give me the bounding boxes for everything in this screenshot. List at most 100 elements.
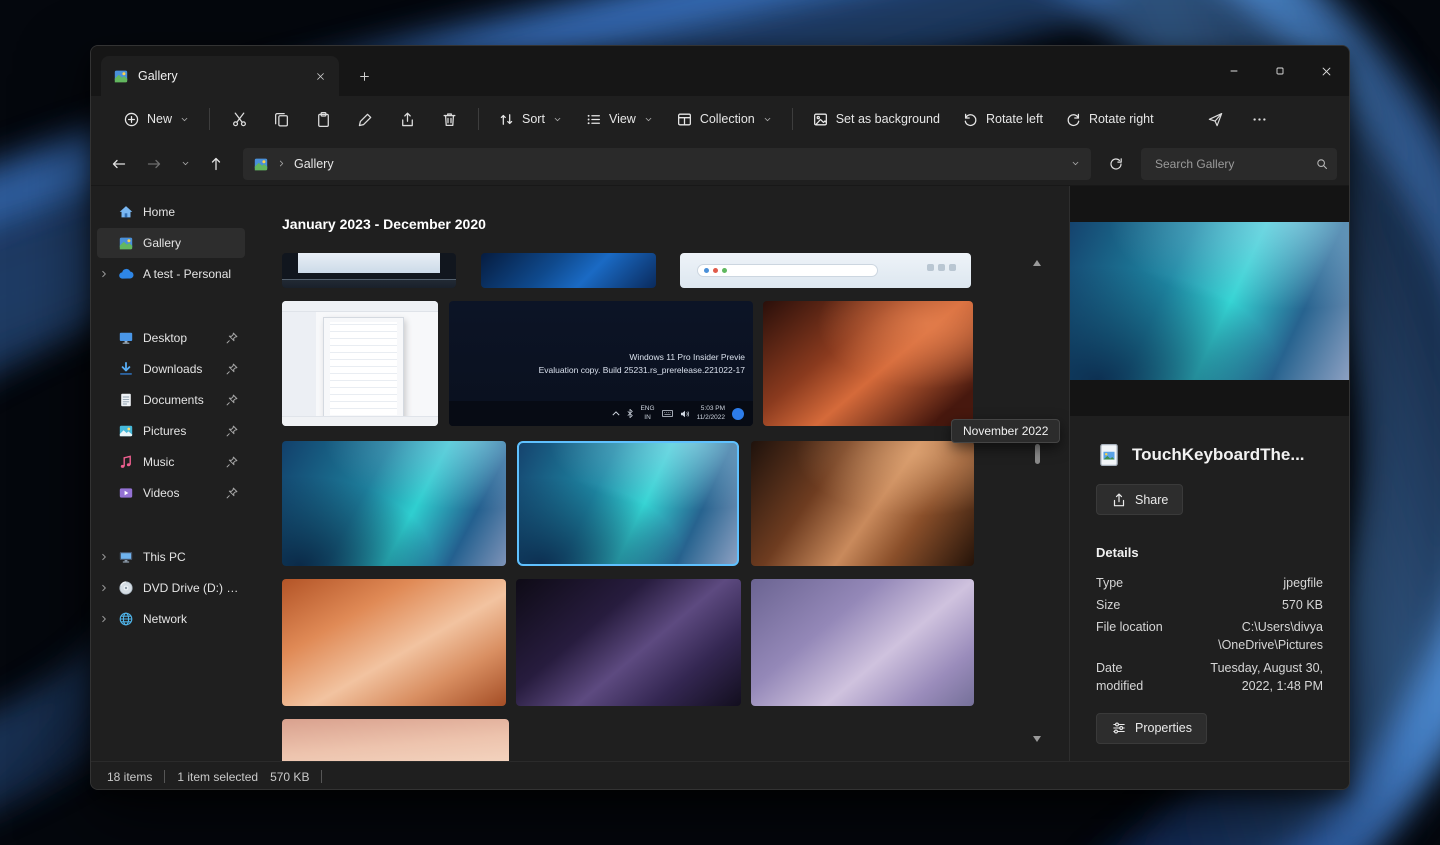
sort-button[interactable]: Sort <box>488 102 573 136</box>
blue-dot-icon <box>704 268 709 273</box>
sidebar-item-this-pc[interactable]: This PC <box>97 542 245 572</box>
search-box[interactable] <box>1141 148 1337 180</box>
properties-button[interactable]: Properties <box>1096 713 1207 744</box>
paste-button[interactable] <box>303 102 343 136</box>
keyboard-icon <box>662 410 673 417</box>
sidebar-item-music[interactable]: Music <box>97 447 245 477</box>
copy-icon <box>273 111 290 128</box>
tab-gallery[interactable]: Gallery <box>101 56 339 96</box>
documents-icon <box>118 392 134 408</box>
scroll-date-tooltip: November 2022 <box>951 419 1060 443</box>
network-globe-icon <box>118 611 134 627</box>
rename-button[interactable] <box>345 102 385 136</box>
tray-badge-icon <box>732 408 744 420</box>
pin-icon <box>225 393 239 407</box>
thumbnail-lavender-wave[interactable] <box>751 579 974 706</box>
thumbnail-file-explorer-screenshot[interactable] <box>282 301 438 426</box>
chevron-right-icon[interactable] <box>98 551 110 563</box>
search-input[interactable] <box>1153 156 1315 172</box>
sidebar-item-desktop[interactable]: Desktop <box>97 323 245 353</box>
new-tab-button[interactable] <box>349 61 379 91</box>
scrollbar-up-arrow[interactable] <box>1033 260 1041 266</box>
share-button[interactable]: Share <box>1096 484 1183 515</box>
back-button[interactable] <box>103 148 135 180</box>
paste-icon <box>315 111 332 128</box>
address-bar: Gallery <box>91 142 1349 186</box>
thumbnail-search-ui-screenshot[interactable] <box>680 253 971 288</box>
selected-file-name: TouchKeyboardThe... <box>1132 445 1305 465</box>
mini-explorer-sidebar <box>282 312 316 416</box>
music-icon <box>118 454 134 470</box>
sidebar-item-documents[interactable]: Documents <box>97 385 245 415</box>
rename-icon <box>357 111 374 128</box>
trash-icon <box>441 111 458 128</box>
thumbnail-peach-wave[interactable] <box>282 579 506 706</box>
maximize-button[interactable] <box>1257 46 1303 96</box>
rotate-right-button[interactable]: Rotate right <box>1055 102 1164 136</box>
pin-icon <box>225 424 239 438</box>
pin-icon <box>225 486 239 500</box>
sidebar-item-dvd-drive[interactable]: DVD Drive (D:) CCC <box>97 573 245 603</box>
thumbnail-laptop-photo[interactable] <box>282 253 456 288</box>
thumbnail-teal-wave-selected[interactable] <box>517 441 739 566</box>
recent-locations-button[interactable] <box>173 148 197 180</box>
search-icon[interactable] <box>1315 157 1329 171</box>
detail-row-size: Size 570 KB <box>1096 596 1323 614</box>
share-toolbar-button[interactable] <box>387 102 427 136</box>
cut-button[interactable] <box>219 102 259 136</box>
new-button[interactable]: New <box>113 102 200 136</box>
send-button[interactable] <box>1195 102 1235 136</box>
mini-context-menu <box>323 317 404 420</box>
collection-button[interactable]: Collection <box>666 102 783 136</box>
close-button[interactable] <box>1303 46 1349 96</box>
breadcrumb[interactable]: Gallery <box>243 148 1091 180</box>
sidebar-item-onedrive[interactable]: A test - Personal <box>97 259 245 289</box>
thumbnail-blue-abstract[interactable] <box>481 253 656 288</box>
refresh-button[interactable] <box>1100 148 1132 180</box>
toolbar-divider <box>792 108 793 130</box>
chevron-right-icon[interactable] <box>98 268 110 280</box>
tab-close-button[interactable] <box>309 65 331 87</box>
mini-explorer-toolbar <box>282 301 438 312</box>
up-button[interactable] <box>200 148 232 180</box>
set-as-background-label: Set as background <box>836 112 940 126</box>
scrollbar-thumb[interactable] <box>1035 444 1040 464</box>
thumbnail-purple-wave[interactable] <box>516 579 741 706</box>
dvd-disc-icon <box>118 580 134 596</box>
rotate-left-button[interactable]: Rotate left <box>952 102 1053 136</box>
evaluation-watermark: Windows 11 Pro Insider Previe Evaluation… <box>539 351 745 377</box>
detail-row-date-modified: Date modified Tuesday, August 30, 2022, … <box>1096 659 1323 695</box>
forward-button[interactable] <box>138 148 170 180</box>
laptop-screen <box>298 253 441 273</box>
chevron-right-icon[interactable] <box>98 613 110 625</box>
copy-button[interactable] <box>261 102 301 136</box>
more-options-button[interactable] <box>1239 102 1279 136</box>
chevron-right-icon[interactable] <box>98 582 110 594</box>
sidebar-item-home[interactable]: Home <box>97 197 245 227</box>
thumbnail-desktop-watermark-screenshot[interactable]: Windows 11 Pro Insider Previe Evaluation… <box>449 301 753 426</box>
sidebar-item-pictures[interactable]: Pictures <box>97 416 245 446</box>
address-dropdown-icon[interactable] <box>1070 158 1081 169</box>
sidebar-item-videos[interactable]: Videos <box>97 478 245 508</box>
chevron-down-icon <box>552 114 563 125</box>
detail-row-file-location: File location C:\Users\divya \OneDrive\P… <box>1096 618 1323 654</box>
chevron-right-icon <box>276 158 287 169</box>
minimize-button[interactable] <box>1211 46 1257 96</box>
toolbar-divider <box>478 108 479 130</box>
thumbnail-pink-wave[interactable] <box>282 719 509 761</box>
sidebar-item-network[interactable]: Network <box>97 604 245 634</box>
sidebar-item-gallery[interactable]: Gallery <box>97 228 245 258</box>
statusbar-divider <box>164 770 165 783</box>
downloads-icon <box>118 361 134 377</box>
sidebar-item-downloads[interactable]: Downloads <box>97 354 245 384</box>
set-as-background-button[interactable]: Set as background <box>802 102 950 136</box>
thumbnail-copper-wave[interactable] <box>751 441 974 566</box>
scrollbar-down-arrow[interactable] <box>1033 736 1041 742</box>
rotate-left-label: Rotate left <box>986 112 1043 126</box>
delete-button[interactable] <box>429 102 469 136</box>
tab-title: Gallery <box>138 69 300 83</box>
thumbnail-teal-wave[interactable] <box>282 441 506 566</box>
thumbnail-orange-wave[interactable] <box>763 301 973 426</box>
breadcrumb-item-gallery[interactable]: Gallery <box>294 157 334 171</box>
view-button[interactable]: View <box>575 102 664 136</box>
